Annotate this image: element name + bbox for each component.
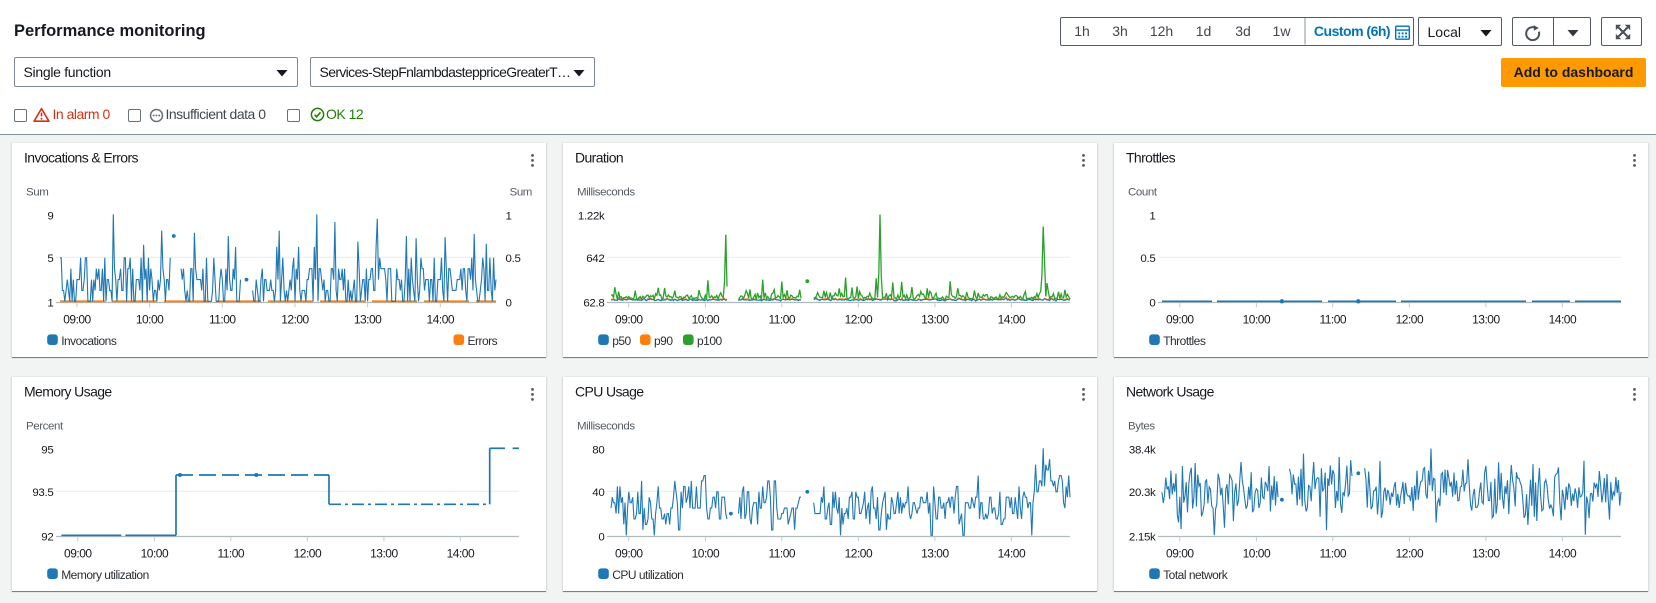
svg-text:09:00: 09:00 bbox=[63, 312, 91, 326]
svg-text:13:00: 13:00 bbox=[1472, 312, 1500, 326]
svg-text:14:00: 14:00 bbox=[427, 312, 455, 326]
svg-text:14:00: 14:00 bbox=[998, 546, 1026, 560]
svg-text:1h: 1h bbox=[1074, 23, 1090, 39]
svg-text:Errors: Errors bbox=[467, 334, 497, 348]
svg-text:13:00: 13:00 bbox=[354, 312, 382, 326]
svg-text:12:00: 12:00 bbox=[1396, 546, 1424, 560]
svg-text:Invocations: Invocations bbox=[61, 334, 117, 348]
svg-text:Bytes: Bytes bbox=[1128, 420, 1155, 432]
svg-text:38.4k: 38.4k bbox=[1129, 444, 1156, 456]
svg-text:1: 1 bbox=[1150, 210, 1156, 222]
svg-text:11:00: 11:00 bbox=[1320, 312, 1347, 326]
svg-text:0.5: 0.5 bbox=[1141, 253, 1156, 265]
svg-text:Memory Usage: Memory Usage bbox=[24, 384, 112, 400]
svg-text:09:00: 09:00 bbox=[615, 312, 643, 326]
svg-text:11:00: 11:00 bbox=[768, 546, 795, 560]
svg-text:Invocations & Errors: Invocations & Errors bbox=[24, 150, 139, 166]
svg-text:09:00: 09:00 bbox=[1166, 312, 1194, 326]
svg-text:13:00: 13:00 bbox=[921, 312, 949, 326]
svg-text:12h: 12h bbox=[1149, 23, 1172, 39]
svg-text:Network Usage: Network Usage bbox=[1126, 384, 1215, 400]
svg-text:93.5: 93.5 bbox=[32, 487, 53, 499]
svg-text:80: 80 bbox=[592, 444, 604, 456]
svg-text:Throttles: Throttles bbox=[1126, 150, 1176, 166]
svg-text:12:00: 12:00 bbox=[1396, 312, 1424, 326]
svg-text:Milliseconds: Milliseconds bbox=[577, 420, 635, 432]
svg-text:3h: 3h bbox=[1112, 23, 1128, 39]
svg-text:p90: p90 bbox=[654, 334, 673, 348]
svg-text:14:00: 14:00 bbox=[998, 312, 1026, 326]
svg-text:Memory utilization: Memory utilization bbox=[61, 568, 149, 582]
svg-text:Sum: Sum bbox=[26, 186, 48, 198]
svg-text:14:00: 14:00 bbox=[1549, 546, 1577, 560]
svg-text:10:00: 10:00 bbox=[141, 546, 169, 560]
svg-text:10:00: 10:00 bbox=[1243, 312, 1271, 326]
svg-text:CPU Usage: CPU Usage bbox=[575, 384, 644, 400]
svg-text:09:00: 09:00 bbox=[1166, 546, 1194, 560]
svg-text:14:00: 14:00 bbox=[1549, 312, 1577, 326]
svg-text:20.3k: 20.3k bbox=[1129, 487, 1156, 499]
svg-text:13:00: 13:00 bbox=[1472, 546, 1500, 560]
svg-text:12:00: 12:00 bbox=[845, 312, 873, 326]
svg-text:11:00: 11:00 bbox=[217, 546, 244, 560]
svg-text:92: 92 bbox=[41, 531, 53, 543]
svg-text:11:00: 11:00 bbox=[209, 312, 236, 326]
svg-text:9: 9 bbox=[47, 210, 53, 222]
svg-text:Sum: Sum bbox=[510, 186, 532, 198]
svg-text:10:00: 10:00 bbox=[1243, 546, 1271, 560]
svg-text:Count: Count bbox=[1128, 186, 1158, 198]
svg-text:2.15k: 2.15k bbox=[1129, 531, 1156, 543]
svg-text:642: 642 bbox=[586, 253, 604, 265]
svg-text:1w: 1w bbox=[1272, 23, 1291, 39]
svg-text:12:00: 12:00 bbox=[845, 546, 873, 560]
svg-text:0: 0 bbox=[1150, 297, 1156, 309]
svg-text:3d: 3d bbox=[1235, 23, 1251, 39]
svg-text:11:00: 11:00 bbox=[1320, 546, 1347, 560]
svg-text:13:00: 13:00 bbox=[370, 546, 398, 560]
svg-text:0.5: 0.5 bbox=[505, 253, 520, 265]
svg-text:1: 1 bbox=[505, 210, 511, 222]
svg-text:1: 1 bbox=[47, 297, 53, 309]
svg-text:13:00: 13:00 bbox=[921, 546, 949, 560]
svg-text:Throttles: Throttles bbox=[1163, 334, 1206, 348]
svg-text:5: 5 bbox=[47, 253, 53, 265]
svg-text:0: 0 bbox=[505, 297, 511, 309]
svg-text:95: 95 bbox=[41, 444, 53, 456]
svg-text:62.8: 62.8 bbox=[583, 297, 604, 309]
svg-text:Total network: Total network bbox=[1163, 568, 1229, 582]
svg-text:12:00: 12:00 bbox=[281, 312, 309, 326]
svg-text:10:00: 10:00 bbox=[136, 312, 164, 326]
svg-text:0: 0 bbox=[598, 531, 604, 543]
svg-text:Percent: Percent bbox=[26, 420, 64, 432]
svg-text:p50: p50 bbox=[612, 334, 631, 348]
svg-text:09:00: 09:00 bbox=[615, 546, 643, 560]
svg-text:11:00: 11:00 bbox=[768, 312, 795, 326]
svg-text:1d: 1d bbox=[1195, 23, 1211, 39]
svg-text:Milliseconds: Milliseconds bbox=[577, 186, 635, 198]
svg-text:12:00: 12:00 bbox=[294, 546, 322, 560]
svg-text:Duration: Duration bbox=[575, 150, 623, 166]
svg-text:p100: p100 bbox=[697, 334, 722, 348]
svg-text:10:00: 10:00 bbox=[692, 312, 720, 326]
svg-text:10:00: 10:00 bbox=[692, 546, 720, 560]
svg-text:14:00: 14:00 bbox=[447, 546, 475, 560]
svg-text:40: 40 bbox=[592, 487, 604, 499]
svg-text:Custom (6h): Custom (6h) bbox=[1313, 23, 1389, 39]
svg-text:09:00: 09:00 bbox=[64, 546, 92, 560]
svg-text:1.22k: 1.22k bbox=[578, 210, 605, 222]
svg-text:CPU utilization: CPU utilization bbox=[612, 568, 683, 582]
